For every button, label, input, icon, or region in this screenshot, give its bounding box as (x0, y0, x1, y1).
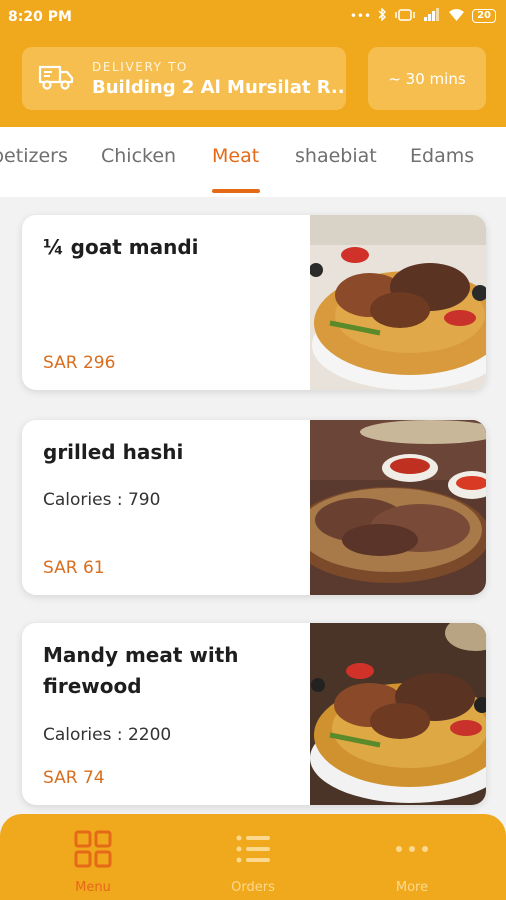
tab-edams[interactable]: Edams (410, 145, 474, 167)
item-price: SAR 296 (43, 353, 116, 373)
delivery-address: Building 2 Al Mursilat R... (92, 76, 346, 98)
item-calories: Calories : 2200 (43, 725, 172, 745)
nav-menu[interactable]: Menu (43, 830, 143, 895)
delivery-address-selector[interactable]: DELIVERY TO Building 2 Al Mursilat R... (22, 47, 346, 110)
delivery-eta[interactable]: ~ 30 mins (368, 47, 486, 110)
nav-more[interactable]: More (362, 830, 462, 895)
mandy-meat-image (310, 623, 486, 805)
active-tab-indicator (212, 189, 260, 193)
tab-appetizers[interactable]: petizers (0, 145, 68, 167)
nav-menu-label: Menu (75, 880, 111, 895)
item-name: Mandy meat with firewood (43, 643, 239, 698)
nav-orders-label: Orders (231, 880, 275, 895)
more-dots-status-icon: ••• (349, 9, 372, 23)
grilled-hashi-image (310, 420, 486, 595)
status-time: 8:20 PM (8, 9, 72, 25)
wifi-icon (448, 8, 465, 24)
list-icon (234, 830, 272, 872)
status-icons: ••• 20 (349, 7, 496, 24)
menu-item-card[interactable]: ¼ goat mandi SAR 296 (22, 215, 486, 390)
nav-more-label: More (395, 880, 429, 895)
bottom-navigation: Menu Orders More (0, 814, 506, 900)
item-price: SAR 74 (43, 768, 105, 788)
item-name: ¼ goat mandi (43, 235, 199, 259)
nav-orders[interactable]: Orders (203, 830, 303, 895)
tab-chicken[interactable]: Chicken (101, 145, 176, 167)
item-price: SAR 61 (43, 558, 105, 578)
menu-item-card[interactable]: grilled hashi Calories : 790 SAR 61 (22, 420, 486, 595)
item-name: grilled hashi (43, 440, 184, 464)
header: 8:20 PM ••• 20 DELIVERY TO Building 2 Al… (0, 0, 506, 127)
delivery-truck-icon (38, 63, 74, 95)
item-calories: Calories : 790 (43, 490, 161, 510)
battery-icon: 20 (472, 9, 496, 23)
grid-icon (74, 830, 112, 872)
delivery-label: DELIVERY TO (92, 59, 188, 74)
category-tabs: petizers Chicken Meat shaebiat Edams (0, 127, 506, 197)
signal-icon (423, 8, 441, 24)
tab-shaebiat[interactable]: shaebiat (295, 145, 377, 167)
tab-meat[interactable]: Meat (212, 145, 259, 167)
more-dots-icon (393, 830, 431, 872)
vibrate-icon (394, 8, 416, 24)
goat-mandi-image (310, 215, 486, 390)
bluetooth-icon (378, 7, 387, 24)
menu-item-card[interactable]: Mandy meat with firewood Calories : 2200… (22, 623, 486, 805)
